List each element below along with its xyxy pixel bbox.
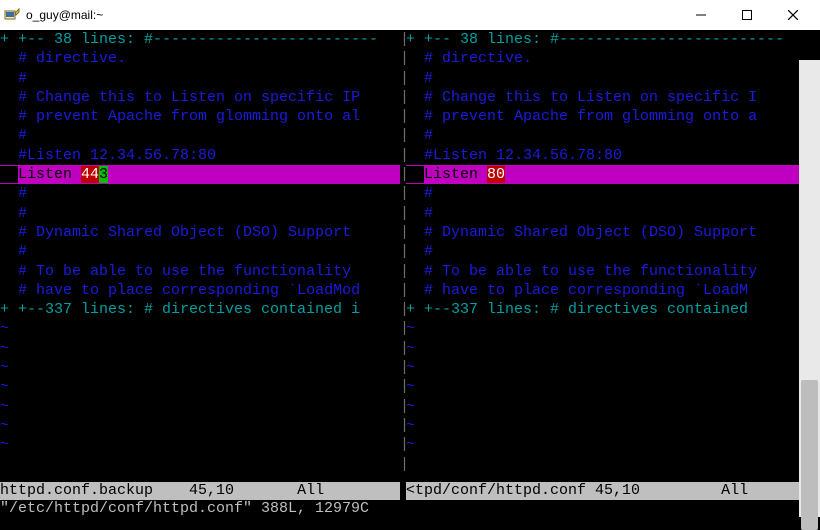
- diff-line: Listen 443: [0, 165, 400, 184]
- text-line: # have to place corresponding `LoadMod: [18, 282, 360, 299]
- text-line: #: [424, 243, 433, 260]
- vim-pane-right[interactable]: + +-- 38 lines: #-----------------------…: [406, 30, 799, 482]
- text-line: # Change this to Listen on specific I: [424, 89, 757, 106]
- empty-line: ~: [0, 436, 9, 453]
- text-line: #: [18, 205, 27, 222]
- text-line: #: [18, 127, 27, 144]
- text-line: #: [18, 70, 27, 87]
- fold-line[interactable]: + +--337 lines: # directives contained: [406, 300, 799, 319]
- text-line: #: [424, 185, 433, 202]
- scrollbar-thumb[interactable]: [801, 380, 818, 530]
- fold-line[interactable]: + +--337 lines: # directives contained i: [0, 300, 400, 319]
- text-line: # Change this to Listen on specific IP: [18, 89, 360, 106]
- status-pos-left: 45,10: [189, 482, 234, 499]
- terminal[interactable]: + +-- 38 lines: #-----------------------…: [0, 30, 820, 517]
- vim-status-bar: httpd.conf.backup 45,10 All <tpd/conf/ht…: [0, 482, 799, 500]
- window-title: o_guy@mail:~: [26, 8, 103, 22]
- vim-command-line[interactable]: "/etc/httpd/conf/httpd.conf" 388L, 12979…: [0, 500, 799, 517]
- empty-line: ~: [0, 378, 9, 395]
- text-line: #Listen 12.34.56.78:80: [18, 147, 216, 164]
- empty-line: ~: [0, 359, 9, 376]
- text-line: # To be able to use the functionality: [424, 263, 757, 280]
- fold-line[interactable]: + +-- 38 lines: #-----------------------…: [406, 30, 799, 49]
- empty-line: ~: [406, 436, 415, 453]
- status-pos-right: 45,10: [595, 482, 640, 499]
- empty-line: ~: [406, 359, 415, 376]
- empty-line: ~: [0, 320, 9, 337]
- text-line: # prevent Apache from glomming onto al: [18, 108, 360, 125]
- close-button[interactable]: [770, 0, 816, 30]
- text-line: # directive.: [424, 50, 532, 67]
- text-line: # directive.: [18, 50, 126, 67]
- empty-line: ~: [0, 398, 9, 415]
- empty-line: ~: [406, 417, 415, 434]
- text-line: #: [18, 185, 27, 202]
- text-line: #Listen 12.34.56.78:80: [424, 147, 622, 164]
- text-line: #: [424, 127, 433, 144]
- text-line: #: [424, 205, 433, 222]
- window-titlebar: o_guy@mail:~: [0, 0, 820, 31]
- empty-line: ~: [406, 340, 415, 357]
- text-line: # Dynamic Shared Object (DSO) Support: [424, 224, 757, 241]
- empty-line: ~: [0, 340, 9, 357]
- putty-icon: [4, 7, 20, 23]
- status-pct-right: All: [721, 482, 748, 499]
- fold-line[interactable]: + +-- 38 lines: #-----------------------…: [0, 30, 400, 49]
- empty-line: ~: [0, 417, 9, 434]
- window-buttons: [678, 0, 816, 30]
- maximize-button[interactable]: [724, 0, 770, 30]
- minimize-button[interactable]: [678, 0, 724, 30]
- status-pct-left: All: [297, 482, 324, 499]
- diff-line: Listen 80: [406, 165, 799, 184]
- empty-line: ~: [406, 320, 415, 337]
- text-line: #: [424, 70, 433, 87]
- empty-line: ~: [406, 398, 415, 415]
- text-line: # Dynamic Shared Object (DSO) Support: [18, 224, 351, 241]
- text-line: # prevent Apache from glomming onto a: [424, 108, 757, 125]
- scrollbar[interactable]: [799, 60, 820, 517]
- text-line: # have to place corresponding `LoadM: [424, 282, 748, 299]
- text-line: # To be able to use the functionality: [18, 263, 351, 280]
- status-filename-right: <tpd/conf/httpd.conf: [406, 482, 586, 499]
- text-line: #: [18, 243, 27, 260]
- status-filename-left: httpd.conf.backup: [0, 482, 153, 499]
- empty-line: ~: [406, 378, 415, 395]
- vim-pane-left[interactable]: + +-- 38 lines: #-----------------------…: [0, 30, 400, 482]
